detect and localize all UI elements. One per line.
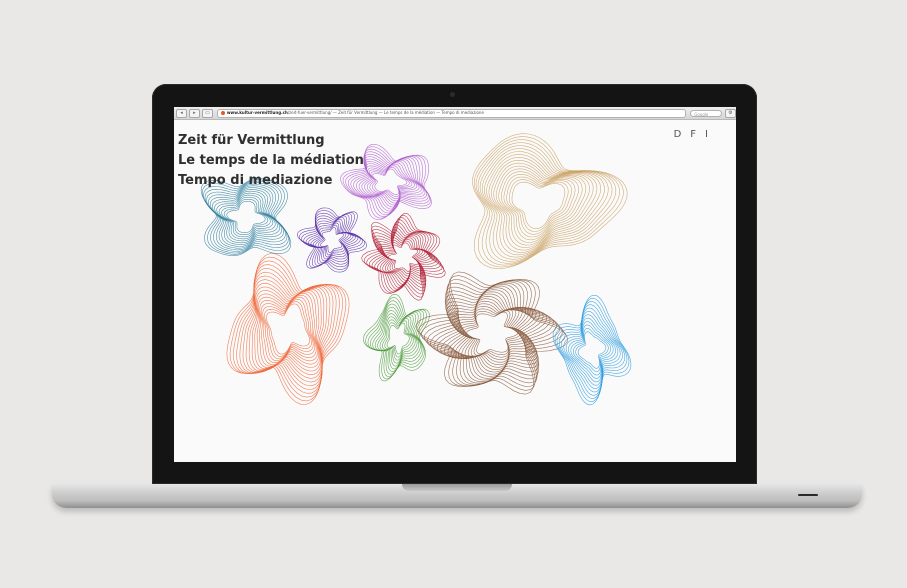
brown-shape-ring <box>440 287 544 379</box>
laptop-lid: ◂ ▸ ▭ www.kultur-vermittlung.ch/zeit-fue… <box>152 84 757 484</box>
language-switcher: D F I <box>674 129 708 140</box>
gold-shape-ring <box>493 162 590 248</box>
brown-shape-ring <box>418 275 566 391</box>
blue-shape <box>552 294 632 406</box>
orange-shape-ring <box>264 301 312 357</box>
orange-shape-ring <box>229 256 347 402</box>
blue-shape-ring <box>558 304 626 396</box>
violet-shape-ring <box>320 226 344 254</box>
teal-shape-ring <box>226 201 266 233</box>
violet-shape-ring <box>299 210 365 270</box>
gold-shape-ring <box>479 145 613 262</box>
orange-shape-ring <box>236 264 340 394</box>
violet-shape-ring <box>303 214 361 266</box>
title-italian: Tempo di mediazione <box>178 173 333 188</box>
violet-shape <box>296 207 368 273</box>
brown-shape-ring <box>415 271 569 395</box>
language-f-link[interactable]: F <box>690 129 696 140</box>
page-title-block: Zeit für Vermittlung Le temps de la médi… <box>178 131 364 191</box>
laptop-scene: ◂ ▸ ▭ www.kultur-vermittlung.ch/zeit-fue… <box>0 0 907 588</box>
lid-notch <box>402 484 512 491</box>
orange-shape-ring <box>245 275 331 383</box>
title-german: Zeit für Vermittlung <box>178 133 325 148</box>
gold-shape-ring <box>508 179 569 232</box>
violet-shape-ring <box>296 207 368 273</box>
crimson-shape <box>361 212 446 301</box>
blue-shape-ring <box>556 301 628 399</box>
violet-shape-ring <box>317 224 347 256</box>
language-d-link[interactable]: D <box>674 129 682 140</box>
orange-shape-ring <box>257 291 319 367</box>
crimson-shape-ring <box>383 238 423 277</box>
language-i-link[interactable]: I <box>705 129 708 140</box>
title-french: Le temps de la médiation <box>178 153 364 168</box>
brown-shape <box>415 271 569 395</box>
blue-shape-ring <box>565 314 619 386</box>
green-shape <box>363 293 430 382</box>
brown-shape-ring <box>433 284 551 382</box>
webcam <box>450 92 455 97</box>
laptop-base <box>52 484 862 508</box>
blue-shape-ring <box>563 310 621 390</box>
orange-shape <box>226 253 350 405</box>
crimson-shape-ring <box>373 224 437 289</box>
blue-shape-ring <box>552 294 632 406</box>
brown-shape-ring <box>420 279 564 387</box>
sleep-indicator <box>798 494 818 496</box>
gold-shape <box>472 133 628 270</box>
teal-shape-ring <box>223 199 269 235</box>
laptop-screen: ◂ ▸ ▭ www.kultur-vermittlung.ch/zeit-fue… <box>174 107 736 462</box>
brown-shape-ring <box>465 311 519 355</box>
